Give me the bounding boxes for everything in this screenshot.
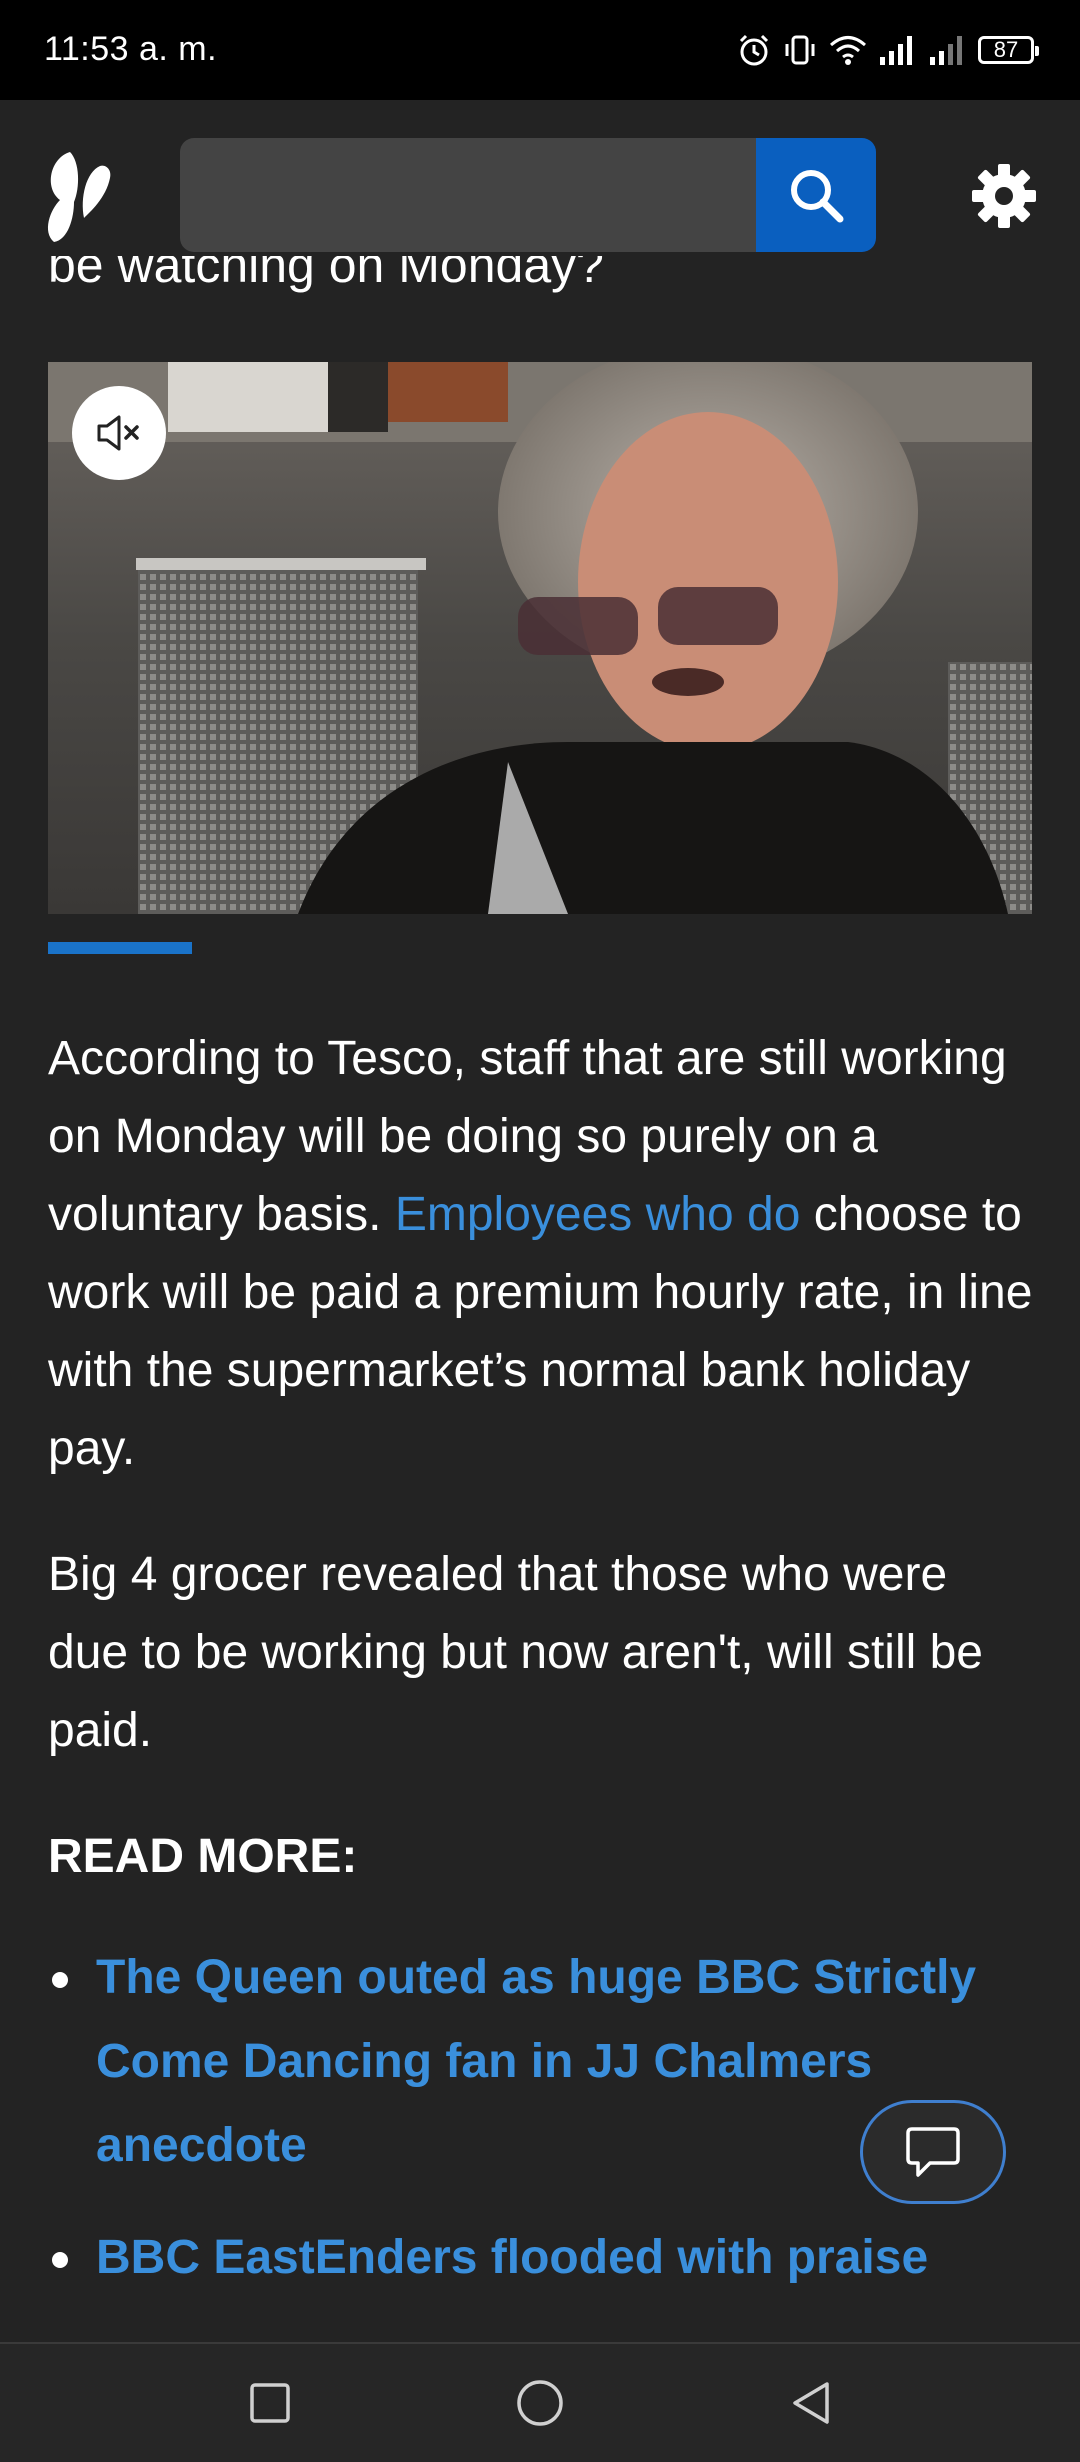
recents-button[interactable] [210,2344,330,2462]
gear-icon [972,164,1036,228]
settings-button[interactable] [968,160,1040,232]
search-input[interactable] [180,138,756,252]
video-progress-bar [48,942,192,954]
home-circle-icon [517,2380,563,2426]
muted-speaker-icon [97,415,139,451]
status-bar: 11:53 a. m. 87 [0,0,1080,100]
article-paragraph: According to Tesco, staff that are still… [48,1020,1038,1488]
butterfly-logo[interactable] [40,148,118,244]
list-item: BBC EastEnders flooded with praise [48,2216,1038,2300]
read-more-link[interactable]: The Queen outed as huge BBC Strictly Com… [96,1951,976,2172]
signal-icon [930,36,962,65]
wifi-icon [830,36,866,65]
recents-square-icon [250,2383,290,2423]
employees-link[interactable]: Employees who do [395,1188,801,1241]
status-time: 11:53 a. m. [44,30,218,68]
status-icons: 87 [736,30,1039,70]
battery-icon: 87 [978,36,1039,64]
signal-icon [880,36,912,65]
chat-bubble-icon [906,2127,960,2177]
search-icon [791,170,844,223]
read-more-heading: READ MORE: [48,1830,358,1883]
search-button[interactable] [756,138,876,252]
read-more-link[interactable]: BBC EastEnders flooded with praise [96,2231,928,2284]
home-button[interactable] [480,2344,600,2462]
back-button[interactable] [750,2344,870,2462]
video-player[interactable] [48,362,1032,914]
system-nav-bar [0,2342,1080,2462]
comments-button[interactable] [860,2100,1006,2204]
search-bar [180,138,876,252]
back-triangle-icon [793,2382,829,2424]
video-frame [48,362,1032,914]
alarm-icon [739,34,769,66]
vibrate-icon [785,35,815,65]
article-paragraph: Big 4 grocer revealed that those who wer… [48,1548,983,1757]
mute-button[interactable] [72,386,166,480]
